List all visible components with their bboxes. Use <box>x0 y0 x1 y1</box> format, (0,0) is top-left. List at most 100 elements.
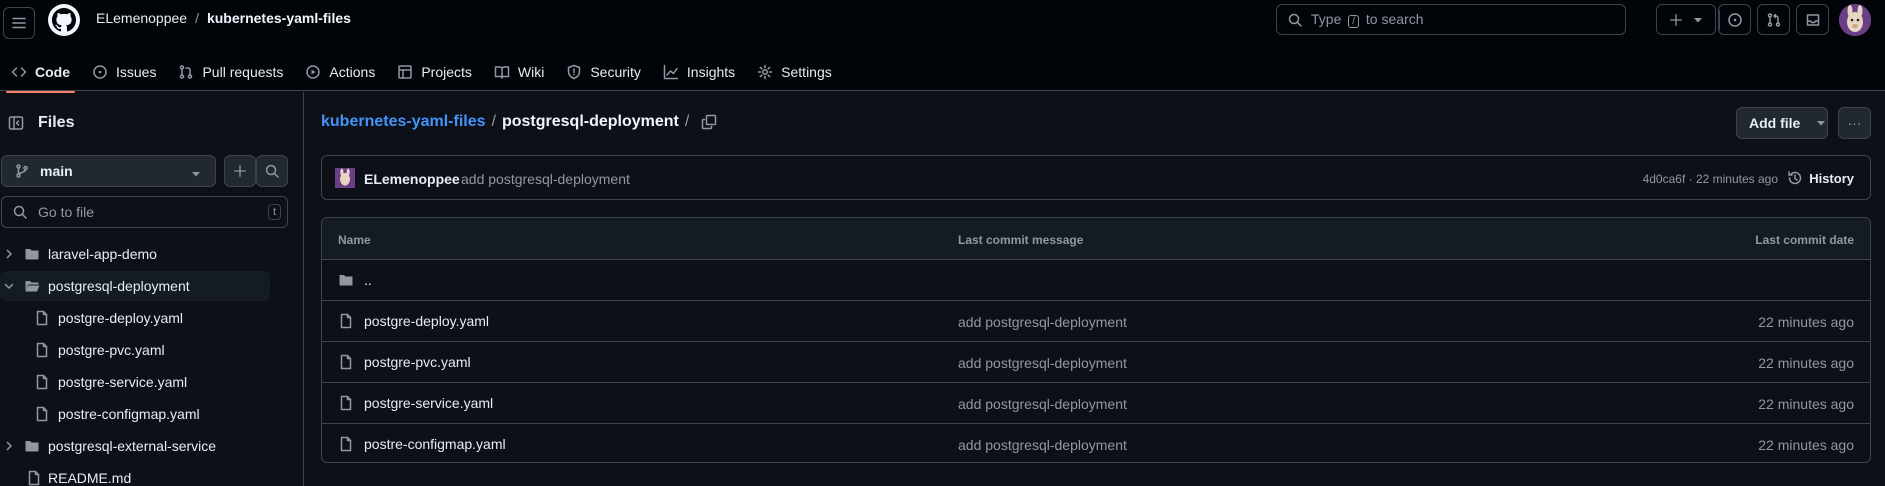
table-row[interactable]: postgre-pvc.yaml add postgresql-deployme… <box>322 342 1870 383</box>
avatar-image <box>335 168 355 188</box>
tree-item-label: postgre-deploy.yaml <box>58 310 184 326</box>
file-icon <box>340 354 352 370</box>
menu-button[interactable] <box>3 7 35 39</box>
sidebar-collapse-icon[interactable] <box>8 115 24 131</box>
chevron-right-icon <box>6 249 12 259</box>
commit-author[interactable]: ELemenoppee <box>364 171 460 187</box>
tree-item-readme[interactable]: README.md <box>0 463 270 486</box>
parent-directory-row[interactable]: .. <box>322 260 1870 301</box>
tree-item-postgre-service[interactable]: postgre-service.yaml <box>0 367 270 397</box>
commit-message-link[interactable]: add postgresql-deployment <box>958 396 1127 412</box>
table-header: Name Last commit message Last commit dat… <box>322 218 1870 260</box>
tab-code[interactable]: Code <box>0 52 81 93</box>
tree-item-label: postgresql-external-service <box>48 438 217 454</box>
copy-icon[interactable] <box>701 114 717 130</box>
tree-item-postgre-pvc[interactable]: postgre-pvc.yaml <box>0 335 270 365</box>
tab-insights[interactable]: Insights <box>652 52 746 92</box>
go-to-file-input[interactable]: Go to file t <box>1 196 288 228</box>
table-row[interactable]: postre-configmap.yaml add postgresql-dep… <box>322 424 1870 462</box>
issue-icon <box>93 65 107 79</box>
commit-message-link[interactable]: add postgresql-deployment <box>958 355 1127 371</box>
inbox-button[interactable] <box>1796 4 1829 35</box>
path-current-dir: postgresql-deployment <box>501 113 679 130</box>
tab-actions[interactable]: Actions <box>294 52 386 92</box>
tree-item-postgresql-external-service[interactable]: postgresql-external-service <box>0 431 300 461</box>
tab-projects[interactable]: Projects <box>386 52 483 92</box>
file-icon <box>28 470 40 486</box>
folder-icon <box>25 249 39 260</box>
tab-wiki[interactable]: Wiki <box>483 52 555 92</box>
branch-name: main <box>40 163 73 179</box>
commit-date: 22 minutes ago <box>1758 314 1854 330</box>
shield-icon <box>568 64 581 80</box>
file-icon <box>36 342 48 358</box>
files-title: Files <box>38 114 75 131</box>
go-to-file-shortcut: t <box>267 204 281 220</box>
issues-header-button[interactable] <box>1718 4 1751 35</box>
commit-date: 22 minutes ago <box>1758 437 1854 453</box>
tab-issues[interactable]: Issues <box>81 52 167 92</box>
column-header-message: Last commit message <box>958 233 1084 247</box>
file-icon <box>340 395 352 411</box>
table-row[interactable]: postgre-service.yaml add postgresql-depl… <box>322 383 1870 424</box>
issue-opened-icon <box>1727 12 1742 27</box>
file-name-link[interactable]: postgre-service.yaml <box>364 395 493 411</box>
tab-label: Insights <box>686 64 736 80</box>
tree-item-postre-configmap[interactable]: postre-configmap.yaml <box>0 399 270 429</box>
file-icon <box>36 406 48 422</box>
search-input[interactable]: Type / to search <box>1276 4 1626 35</box>
tab-label: Settings <box>781 64 832 80</box>
tab-pull-requests[interactable]: Pull requests <box>167 52 294 92</box>
path-repo-link[interactable]: kubernetes-yaml-files <box>321 113 486 131</box>
commit-message-link[interactable]: add postgresql-deployment <box>958 437 1127 453</box>
octocat-icon <box>52 8 76 32</box>
add-file-button[interactable]: Add file <box>1736 107 1828 139</box>
file-name-link[interactable]: postgre-pvc.yaml <box>364 354 471 370</box>
branch-selector[interactable]: main <box>1 155 216 187</box>
go-to-file-placeholder: Go to file <box>38 204 95 220</box>
search-files-button[interactable] <box>256 155 288 187</box>
file-path-breadcrumb: kubernetes-yaml-files / postgresql-deplo… <box>321 113 717 131</box>
user-avatar[interactable] <box>1839 4 1871 36</box>
file-icon <box>36 374 48 390</box>
commit-meta[interactable]: 4d0ca6f · 22 minutes ago <box>1643 172 1778 186</box>
more-options-button[interactable]: ··· <box>1838 107 1871 139</box>
file-icon <box>36 310 48 326</box>
search-shortcut-key: / <box>1348 15 1360 28</box>
pull-request-icon <box>180 65 193 79</box>
file-name-link[interactable]: postre-configmap.yaml <box>364 436 506 452</box>
pull-requests-header-button[interactable] <box>1757 4 1790 35</box>
folder-icon <box>25 441 39 452</box>
file-icon <box>340 313 352 329</box>
tab-label: Code <box>35 64 70 80</box>
tree-item-postgre-deploy[interactable]: postgre-deploy.yaml <box>0 303 270 333</box>
folder-open-icon <box>25 281 40 292</box>
commit-message-link[interactable]: add postgresql-deployment <box>958 314 1127 330</box>
repo-link[interactable]: kubernetes-yaml-files <box>207 10 351 26</box>
commit-author-avatar[interactable] <box>335 168 355 188</box>
history-button[interactable]: History <box>1787 170 1854 186</box>
owner-link[interactable]: ELemenoppee <box>96 10 187 26</box>
search-icon <box>1288 13 1302 27</box>
table-row[interactable]: postgre-deploy.yaml add postgresql-deplo… <box>322 301 1870 342</box>
search-suffix: to search <box>1365 11 1424 27</box>
tree-item-label: postgre-service.yaml <box>58 374 188 390</box>
parent-directory-label: .. <box>364 272 372 288</box>
graph-icon <box>663 64 679 80</box>
inbox-icon <box>1806 13 1819 26</box>
caret-down-icon <box>1817 121 1826 126</box>
tree-item-postgresql-deployment[interactable]: postgresql-deployment <box>0 271 270 301</box>
github-logo[interactable] <box>48 4 80 36</box>
column-header-date: Last commit date <box>1755 233 1854 247</box>
add-file-sidebar-button[interactable] <box>224 155 256 187</box>
tab-security[interactable]: Security <box>555 52 652 92</box>
tab-settings[interactable]: Settings <box>746 52 843 92</box>
create-new-button[interactable] <box>1656 4 1716 35</box>
tree-item-laravel-app-demo[interactable]: laravel-app-demo <box>0 239 270 269</box>
search-icon <box>13 205 27 219</box>
file-name-link[interactable]: postgre-deploy.yaml <box>364 313 489 329</box>
commit-message[interactable]: add postgresql-deployment <box>461 171 630 187</box>
caret-down-icon <box>1694 17 1702 22</box>
file-tree-sidebar: Files main Go to file t laravel-app-demo… <box>0 92 304 486</box>
file-icon <box>340 436 352 452</box>
